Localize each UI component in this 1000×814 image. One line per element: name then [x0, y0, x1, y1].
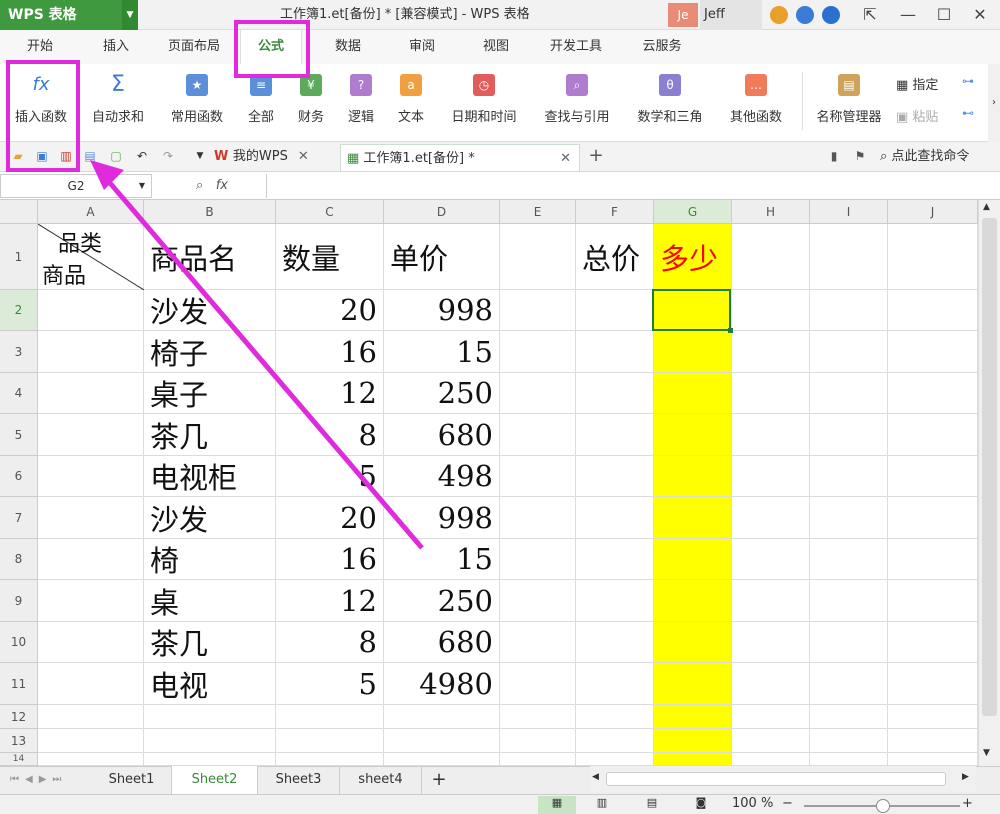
annotation-arrow: [90, 160, 424, 550]
